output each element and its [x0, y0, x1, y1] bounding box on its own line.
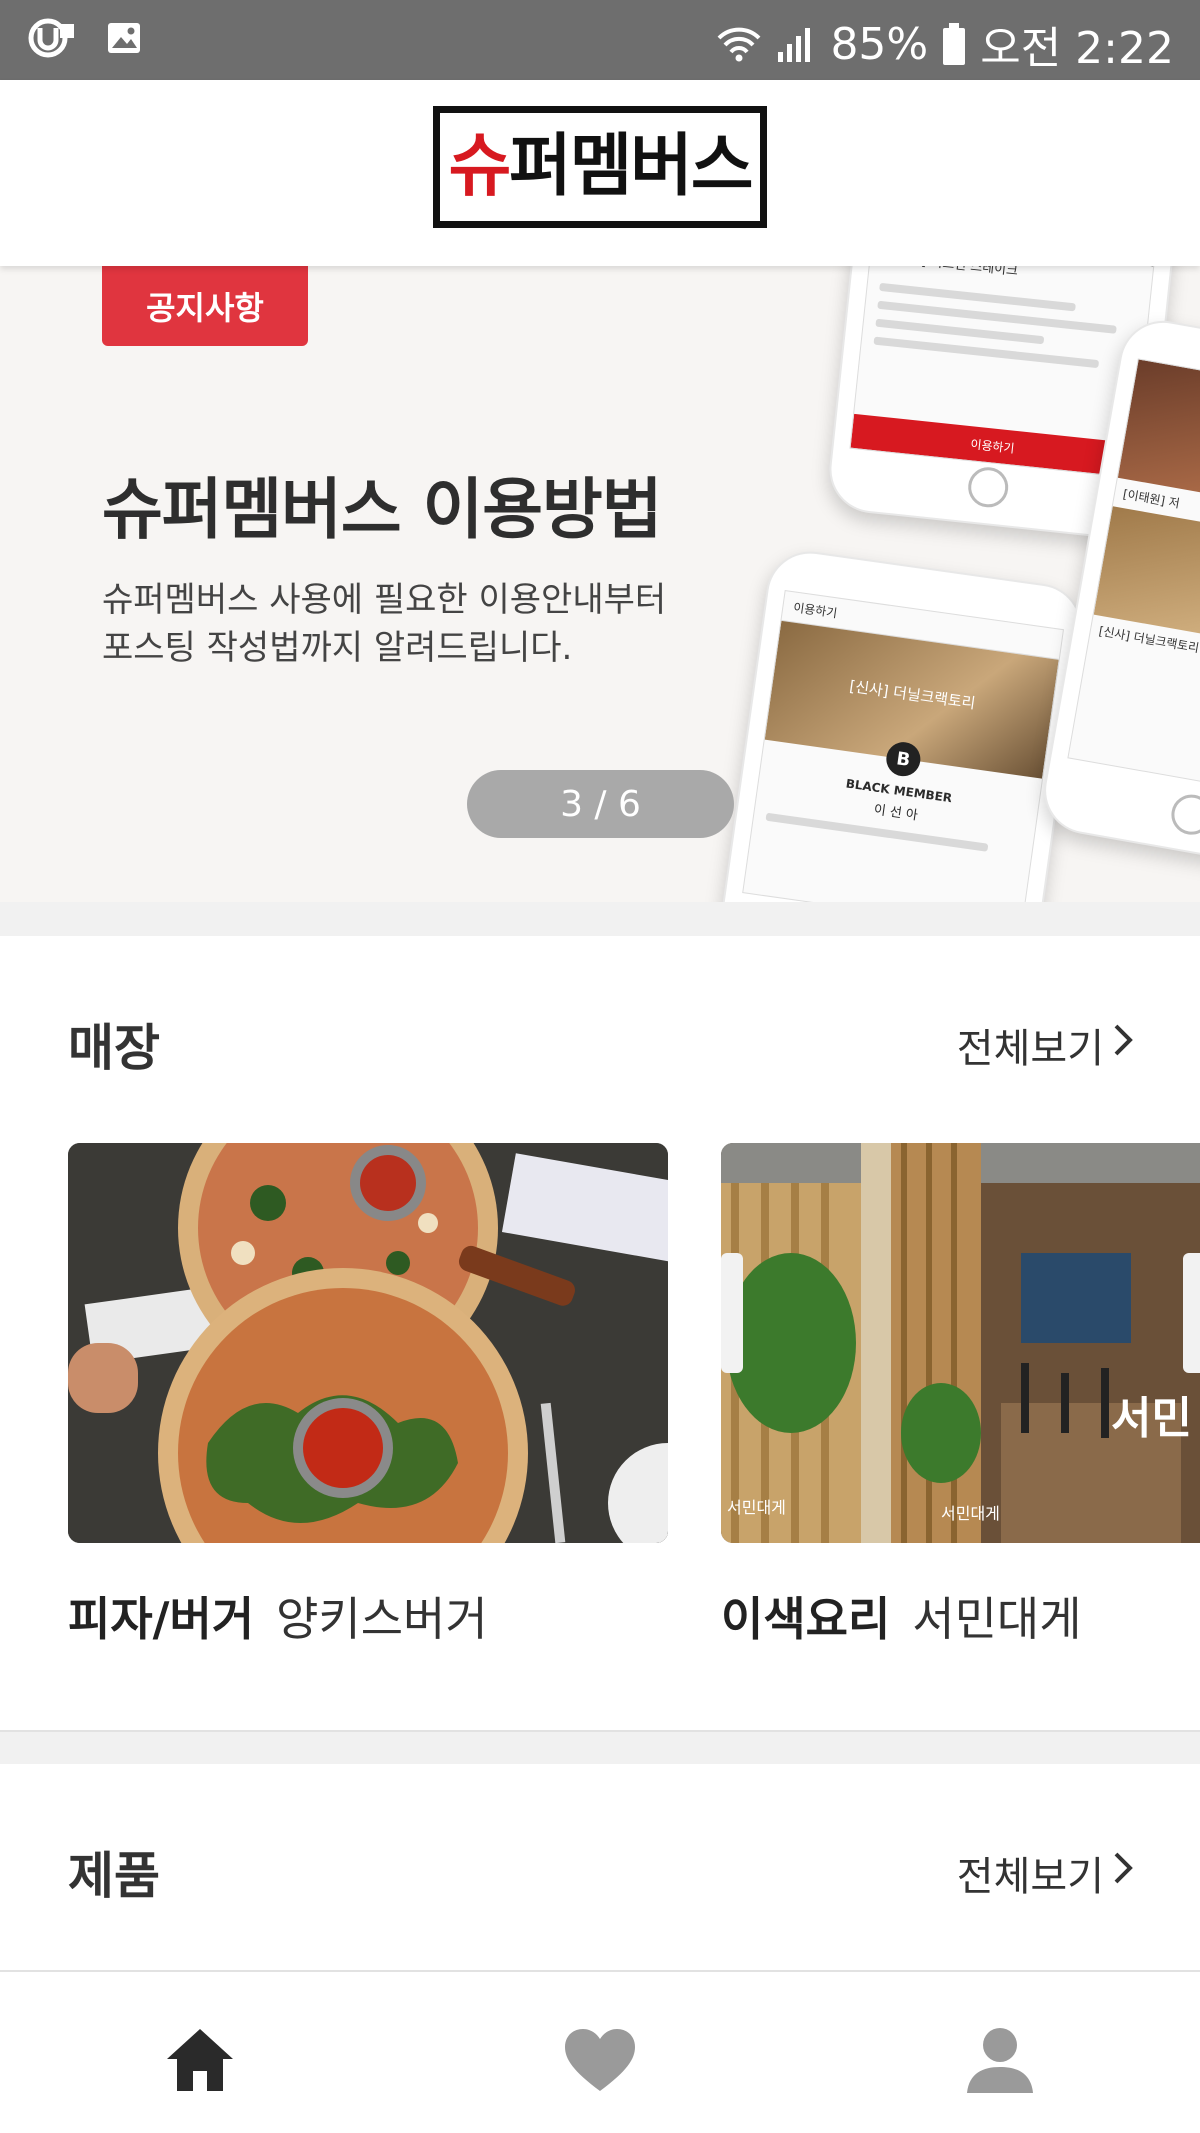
wifi-icon [716, 24, 762, 64]
sign-small-text-2: 서민대게 [941, 1504, 1000, 1523]
carousel-pager: 3 / 6 [467, 770, 734, 838]
sign-big-text: 서민 [1111, 1393, 1192, 1444]
chevron-right-icon [1112, 1850, 1134, 1896]
store-card[interactable]: 피자/버거 양키스버거 [68, 1143, 668, 1649]
notice-banner[interactable]: 공지사항 슈퍼멤버스 이용방법 슈퍼멤버스 사용에 필요한 이용안내부터 포스팅… [0, 266, 1200, 902]
clock: 오전 2:22 [980, 23, 1174, 74]
image-icon [106, 20, 142, 56]
banner-desc-line-1: 슈퍼멤버스 사용에 필요한 이용안내부터 [102, 580, 667, 620]
banner-description: 슈퍼멤버스 사용에 필요한 이용안내부터 포스팅 작성법까지 알려드립니다. [102, 576, 702, 672]
nav-favorites[interactable] [560, 2022, 640, 2102]
bottom-navigation [0, 1970, 1200, 2133]
store-photo-pizza [68, 1143, 668, 1543]
nav-profile[interactable] [960, 2022, 1040, 2102]
app-header: 슈 퍼멤버스 [0, 80, 1200, 266]
home-icon [163, 2025, 237, 2099]
store-category: 피자/버거 [68, 1592, 255, 1646]
status-bar: 85% 오전 2:22 [0, 0, 1200, 80]
logo-text-red: 슈 [448, 127, 512, 206]
section-divider [0, 902, 1200, 936]
store-name: 양키스버거 [276, 1592, 488, 1646]
sign-small-text-1: 서민대게 [727, 1498, 786, 1517]
battery-percent: 85% [830, 18, 929, 70]
app-logo[interactable]: 슈 퍼멤버스 [433, 106, 767, 228]
heart-icon [563, 2027, 637, 2097]
signal-icon [776, 24, 816, 64]
store-photo-restaurant: 서민 서민대게 서민대게 [721, 1143, 1200, 1543]
products-see-all-link[interactable]: 전체보기 [957, 1844, 1134, 1902]
section-divider [0, 1730, 1200, 1764]
nav-home[interactable] [160, 2022, 240, 2102]
banner-title: 슈퍼멤버스 이용방법 [102, 471, 662, 548]
person-icon [965, 2025, 1035, 2099]
battery-icon [942, 22, 966, 66]
store-category: 이색요리 [721, 1592, 891, 1646]
products-section-title: 제품 [68, 1847, 160, 1905]
stores-see-all-label: 전체보기 [956, 1026, 1104, 1072]
store-card[interactable]: 서민 서민대게 서민대게 이색요리 서민대게 [721, 1143, 1200, 1649]
logo-text-black: 퍼멤버스 [509, 127, 753, 206]
phone-2-store: [신사] 더닐크랙토리 [848, 677, 977, 713]
phone-mockup-2: 이용하기 [신사] 더닐크랙토리 B BLACK MEMBER 이 선 아 [714, 545, 1088, 902]
stores-section-title: 매장 [68, 1019, 160, 1077]
store-name: 서민대게 [912, 1592, 1082, 1646]
products-see-all-label: 전체보기 [956, 1854, 1104, 1900]
stores-see-all-link[interactable]: 전체보기 [957, 1016, 1134, 1074]
u-plus-icon [28, 18, 78, 58]
notice-badge: 공지사항 [102, 266, 308, 346]
banner-desc-line-2: 포스팅 작성법까지 알려드립니다. [102, 628, 573, 668]
chevron-right-icon [1112, 1022, 1134, 1068]
